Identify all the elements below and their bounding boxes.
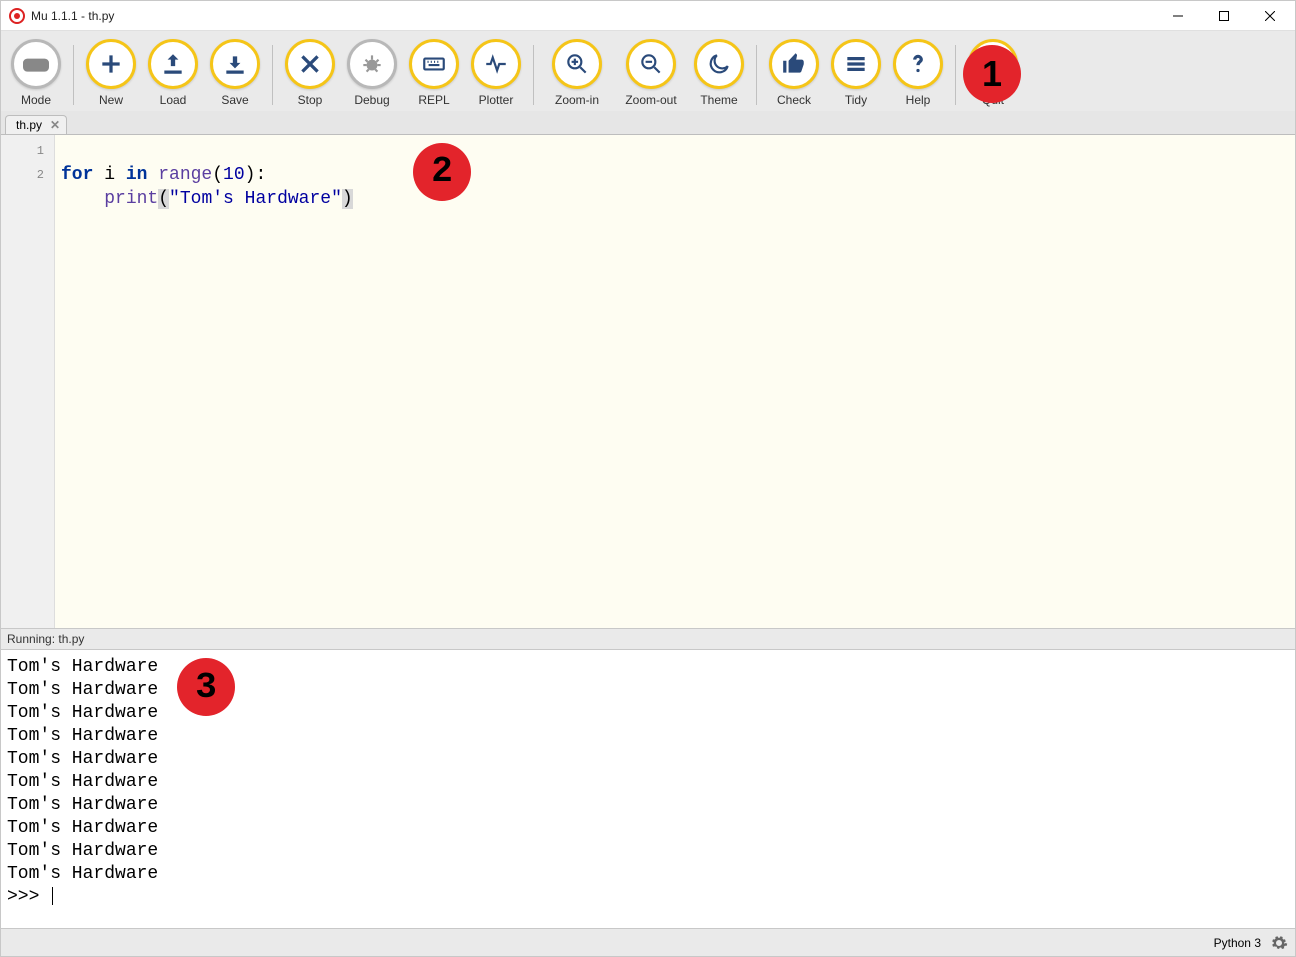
close-button[interactable] (1247, 1, 1293, 31)
toolbar-label: Zoom-in (555, 93, 599, 107)
pulse-icon (471, 39, 521, 89)
gamepad-icon (11, 39, 61, 89)
tab-file[interactable]: th.py ✕ (5, 115, 67, 134)
question-icon (893, 39, 943, 89)
output-line: Tom's Hardware (7, 703, 158, 723)
code-token: ( (158, 189, 169, 209)
separator (533, 45, 534, 105)
menu-icon (831, 39, 881, 89)
output-line: Tom's Hardware (7, 726, 158, 746)
download-icon (210, 39, 260, 89)
status-mode: Python 3 (1214, 936, 1261, 950)
toolbar-label: Debug (354, 93, 389, 107)
callout-3: 3 (177, 658, 235, 716)
output-line: Tom's Hardware (7, 680, 158, 700)
x-icon (285, 39, 335, 89)
toolbar-label: REPL (418, 93, 449, 107)
code-token: 10 (223, 165, 245, 185)
theme-button[interactable]: Theme (688, 37, 750, 109)
toolbar: Mode New Load Save Stop Debug REPL (1, 31, 1295, 111)
line-number: 1 (1, 139, 44, 163)
callout-1: 1 (963, 45, 1021, 103)
toolbar-label: Stop (298, 93, 323, 107)
line-gutter: 1 2 (1, 135, 55, 628)
toolbar-label: Mode (21, 93, 51, 107)
separator (756, 45, 757, 105)
toolbar-label: Help (906, 93, 931, 107)
code-token: print (104, 189, 158, 209)
callout-2: 2 (413, 143, 471, 201)
plotter-button[interactable]: Plotter (465, 37, 527, 109)
prompt: >>> (7, 887, 50, 907)
maximize-button[interactable] (1201, 1, 1247, 31)
output-line: Tom's Hardware (7, 657, 158, 677)
code-token: ): (245, 165, 267, 185)
debug-button[interactable]: Debug (341, 37, 403, 109)
check-button[interactable]: Check (763, 37, 825, 109)
bug-icon (347, 39, 397, 89)
zoom-in-icon (552, 39, 602, 89)
stop-button[interactable]: Stop (279, 37, 341, 109)
runner-header: Running: th.py (1, 628, 1295, 650)
code-token: i (93, 165, 125, 185)
output-line: Tom's Hardware (7, 772, 158, 792)
upload-icon (148, 39, 198, 89)
new-button[interactable]: New (80, 37, 142, 109)
moon-icon (694, 39, 744, 89)
thumbs-up-icon (769, 39, 819, 89)
zoom-in-button[interactable]: Zoom-in (540, 37, 614, 109)
toolbar-label: Zoom-out (625, 93, 676, 107)
code-token: "Tom's Hardware" (169, 189, 342, 209)
titlebar: Mu 1.1.1 - th.py (1, 1, 1295, 31)
code-token: ( (212, 165, 223, 185)
gear-icon[interactable] (1269, 933, 1289, 953)
separator (73, 45, 74, 105)
app-icon (9, 8, 25, 24)
status-bar: Python 3 (1, 928, 1295, 956)
zoom-out-icon (626, 39, 676, 89)
zoom-out-button[interactable]: Zoom-out (614, 37, 688, 109)
help-button[interactable]: Help (887, 37, 949, 109)
code-editor[interactable]: 1 2 for i in range(10): print("Tom's Har… (1, 135, 1295, 628)
load-button[interactable]: Load (142, 37, 204, 109)
output-line: Tom's Hardware (7, 795, 158, 815)
toolbar-label: Check (777, 93, 811, 107)
output-line: Tom's Hardware (7, 841, 158, 861)
toolbar-label: Load (160, 93, 187, 107)
save-button[interactable]: Save (204, 37, 266, 109)
code-token: for (61, 165, 93, 185)
close-icon[interactable]: ✕ (50, 118, 60, 132)
repl-button[interactable]: REPL (403, 37, 465, 109)
tidy-button[interactable]: Tidy (825, 37, 887, 109)
cursor (52, 887, 53, 905)
toolbar-label: New (99, 93, 123, 107)
output-line: Tom's Hardware (7, 749, 158, 769)
window-controls (1155, 1, 1293, 31)
code-area[interactable]: for i in range(10): print("Tom's Hardwar… (55, 135, 1295, 628)
code-token: range (147, 165, 212, 185)
toolbar-label: Theme (700, 93, 737, 107)
minimize-button[interactable] (1155, 1, 1201, 31)
mode-button[interactable]: Mode (5, 37, 67, 109)
output-panel[interactable]: Tom's Hardware Tom's Hardware Tom's Hard… (1, 650, 1295, 928)
separator (272, 45, 273, 105)
tab-bar: th.py ✕ (1, 111, 1295, 135)
code-token: ) (342, 189, 353, 209)
code-token: in (126, 165, 148, 185)
keyboard-icon (409, 39, 459, 89)
line-number: 2 (1, 163, 44, 187)
toolbar-label: Save (221, 93, 248, 107)
output-line: Tom's Hardware (7, 818, 158, 838)
plus-icon (86, 39, 136, 89)
code-token (61, 189, 104, 209)
output-line: Tom's Hardware (7, 864, 158, 884)
tab-label: th.py (16, 118, 42, 132)
window-title: Mu 1.1.1 - th.py (31, 9, 1155, 23)
toolbar-label: Plotter (479, 93, 514, 107)
toolbar-label: Tidy (845, 93, 867, 107)
separator (955, 45, 956, 105)
